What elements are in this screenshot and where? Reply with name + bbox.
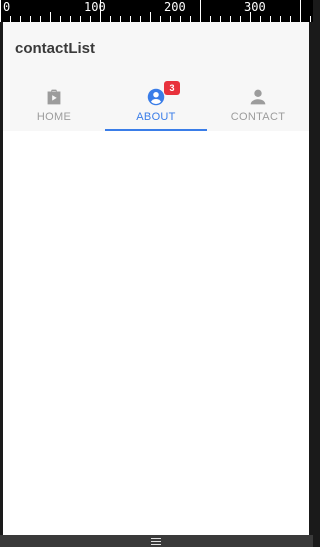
system-nav-bar — [0, 535, 313, 547]
ruler-ticks — [0, 0, 311, 22]
app-screen: contactList HOME 3 ABOUT CONTACT — [3, 22, 309, 535]
app-toolbar: contactList — [3, 22, 309, 78]
menu-handle-icon[interactable] — [151, 538, 161, 545]
ruler-label-200: 200 — [164, 0, 186, 14]
shopping-bag-icon — [47, 89, 61, 105]
ruler-label-0: 0 — [3, 0, 11, 14]
tab-bar: HOME 3 ABOUT CONTACT — [3, 78, 309, 131]
tab-about[interactable]: 3 ABOUT — [105, 78, 207, 131]
ruler-label-300: 300 — [244, 0, 266, 14]
tab-about-label: ABOUT — [136, 111, 176, 123]
tab-content-area — [3, 131, 309, 535]
tab-home-label: HOME — [36, 111, 72, 123]
tab-contact-label: CONTACT — [230, 111, 286, 123]
person-icon — [250, 89, 266, 105]
ruler-label-100: 100 — [84, 0, 106, 14]
app-title: contactList — [15, 40, 96, 57]
notification-badge: 3 — [164, 81, 180, 95]
tab-home[interactable]: HOME — [3, 78, 105, 131]
tab-contact[interactable]: CONTACT — [207, 78, 309, 131]
pixel-ruler: 0 100 200 300 — [0, 0, 313, 22]
